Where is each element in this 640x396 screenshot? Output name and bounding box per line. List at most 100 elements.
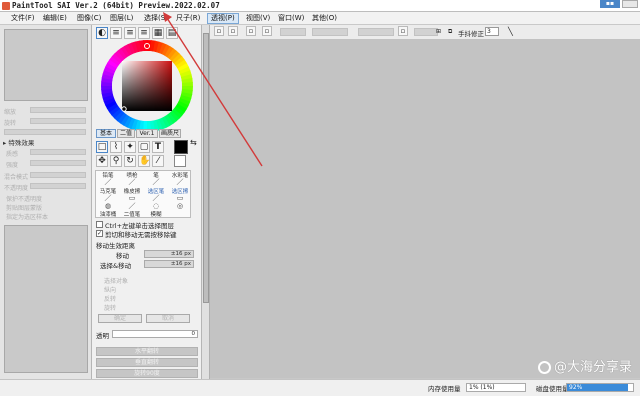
window-control-icon[interactable]: ▪▪ bbox=[600, 0, 620, 8]
flip-horizontal-button[interactable]: 水平翻转 bbox=[96, 347, 198, 356]
selection-source-option[interactable]: 指定为选区样本 bbox=[6, 212, 48, 221]
brush-select-eraser[interactable]: 选区擦 ▭ bbox=[168, 187, 192, 202]
foreground-color-swatch[interactable] bbox=[174, 140, 188, 154]
brush-binary-pen[interactable]: ／二值笔 bbox=[120, 203, 144, 219]
strength-slider[interactable] bbox=[30, 160, 86, 166]
greyed-option-1: 选择对象 bbox=[104, 278, 129, 285]
menu-perspective[interactable]: 透视(P) bbox=[207, 13, 239, 24]
rgb-slider-icon[interactable]: ≡ bbox=[110, 27, 122, 39]
shape-icon[interactable]: ▢ bbox=[138, 141, 150, 153]
opacity-slider[interactable] bbox=[30, 183, 86, 189]
tab-binary[interactable]: 二值 bbox=[117, 129, 135, 138]
disk-usage-value: 92% bbox=[569, 384, 583, 391]
flip-vertical-button[interactable]: 垂直翻转 bbox=[96, 358, 198, 367]
hsv-slider-icon[interactable]: ≡ bbox=[124, 27, 136, 39]
menu-layer[interactable]: 图层(L) bbox=[107, 13, 136, 24]
brush-airbrush[interactable]: 喷枪／ bbox=[120, 171, 144, 186]
rotate-90-button[interactable]: 旋转90度 bbox=[96, 369, 198, 378]
toolbar-zoom-field[interactable] bbox=[280, 28, 306, 36]
protect-opacity-option[interactable]: 保护不透明度 bbox=[6, 194, 42, 203]
toolbar-select-icon[interactable]: ▫ bbox=[214, 26, 224, 36]
zoom-label: 缩放 bbox=[4, 109, 17, 116]
select-move-label: 选择&移动 bbox=[100, 262, 132, 270]
menu-image[interactable]: 图像(C) bbox=[74, 13, 104, 24]
cut-move-label: 剪切和移动无需按移除键 bbox=[105, 231, 177, 239]
rotate-icon[interactable]: ↻ bbox=[124, 155, 136, 167]
menu-select[interactable]: 选择(S) bbox=[141, 13, 171, 24]
eyedropper-icon[interactable]: ⁄ bbox=[152, 155, 164, 167]
brush-select-pen[interactable]: 选区笔／ bbox=[144, 187, 168, 202]
menu-bar: 文件(F) 编辑(E) 图像(C) 图层(L) 选择(S) 尺子(R) 透视(P… bbox=[0, 12, 640, 25]
hand-icon[interactable]: ✋ bbox=[138, 155, 150, 167]
pen-pressure-icon[interactable]: ╲ bbox=[508, 27, 513, 36]
menu-ruler[interactable]: 尺子(R) bbox=[173, 13, 203, 24]
layer-list[interactable] bbox=[4, 225, 88, 373]
toolbar-deselect-icon[interactable]: ▫ bbox=[228, 26, 238, 36]
color-mix-icon[interactable]: ≡ bbox=[138, 27, 150, 39]
brush-bucket[interactable]: ◍ 油漆桶 bbox=[96, 203, 120, 219]
blend-mode-select[interactable] bbox=[30, 172, 86, 178]
brush-watercolor[interactable]: 水彩笔／ bbox=[168, 171, 192, 186]
stabilizer-select[interactable]: 3 bbox=[485, 27, 499, 36]
swatches-icon[interactable]: ▦ bbox=[152, 27, 164, 39]
nav-buttons-row[interactable] bbox=[4, 129, 86, 135]
brush-pen[interactable]: 笔／ bbox=[144, 171, 168, 186]
rotate-slider[interactable] bbox=[30, 118, 86, 124]
toolbar-reset-icon[interactable]: ▫ bbox=[398, 26, 408, 36]
ctrl-select-layer-checkbox[interactable] bbox=[96, 221, 103, 228]
brush-eraser[interactable]: 橡皮擦 ▭ bbox=[120, 187, 144, 202]
toolbar-angle-select[interactable] bbox=[358, 28, 394, 36]
disk-usage-label: 磁盘使用量 bbox=[536, 385, 569, 393]
tab-ver1[interactable]: Ver.1 bbox=[136, 129, 158, 138]
canvas-toolbar: ▫ ▫ ▫ ▫ ▫ ⧉ ⊞ 手抖修正 3 ╲ bbox=[210, 25, 640, 40]
move-distance-slider[interactable]: ±16 px bbox=[144, 250, 194, 258]
memory-usage-label: 内存使用量 bbox=[428, 385, 461, 393]
swap-colors-icon[interactable]: ⇆ bbox=[190, 138, 197, 147]
menu-other[interactable]: 其他(O) bbox=[309, 13, 340, 24]
cancel-button[interactable]: 取消 bbox=[146, 314, 190, 323]
menu-window[interactable]: 窗口(W) bbox=[275, 13, 307, 24]
move-label: 移动 bbox=[116, 252, 129, 260]
canvas-area[interactable] bbox=[210, 40, 640, 378]
greyed-option-4: 旋转 bbox=[104, 305, 117, 312]
lasso-icon[interactable]: ⌇ bbox=[110, 141, 122, 153]
brush-pencil[interactable]: 铅笔／ bbox=[96, 171, 120, 186]
rect-select-icon[interactable]: □ bbox=[96, 141, 108, 153]
ok-button[interactable]: 确定 bbox=[98, 314, 142, 323]
cut-move-checkbox[interactable]: ✓ bbox=[96, 230, 103, 237]
magic-wand-icon[interactable]: ✦ bbox=[124, 141, 136, 153]
tool-panel-scrollbar[interactable] bbox=[202, 25, 210, 384]
zoom-slider[interactable] bbox=[30, 107, 86, 113]
scrollbar-thumb[interactable] bbox=[203, 33, 209, 303]
toolbar-flip-field[interactable] bbox=[414, 28, 438, 36]
close-icon[interactable] bbox=[622, 0, 638, 8]
select-move-slider[interactable]: ±16 px bbox=[144, 260, 194, 268]
texture-select[interactable] bbox=[30, 149, 86, 155]
menu-edit[interactable]: 编辑(E) bbox=[40, 13, 70, 24]
text-tool-icon[interactable]: T bbox=[152, 141, 164, 153]
background-color-swatch[interactable] bbox=[174, 155, 186, 167]
brush-empty-slot[interactable]: ◎ bbox=[168, 203, 192, 218]
clipping-mask-option[interactable]: 剪贴图层蒙版 bbox=[6, 203, 42, 212]
toolbar-zoom-select[interactable] bbox=[312, 28, 348, 36]
color-wheel-mode-icon[interactable]: ◐ bbox=[96, 27, 108, 39]
zoom-icon[interactable]: ⚲ bbox=[110, 155, 122, 167]
tab-quality-ruler[interactable]: 画质尺 bbox=[159, 129, 181, 138]
toolbar-invert-icon[interactable]: ▫ bbox=[246, 26, 256, 36]
toolbar-grid-icon[interactable]: ⊞ bbox=[436, 28, 441, 35]
special-effects-header[interactable]: ▸ 特殊效果 bbox=[3, 137, 34, 147]
navigator-preview[interactable] bbox=[4, 29, 88, 101]
window-title: PaintTool SAI Ver.2 (64bit) Preview.2022… bbox=[12, 1, 220, 10]
stabilizer-label: 手抖修正 bbox=[458, 30, 484, 38]
toolbar-hide-icon[interactable]: ▫ bbox=[262, 26, 272, 36]
brush-blur[interactable]: ◌ 模糊 bbox=[144, 203, 168, 219]
move-icon[interactable]: ✥ bbox=[96, 155, 108, 167]
color-wheel[interactable] bbox=[100, 39, 194, 133]
scratchpad-icon[interactable]: ▤ bbox=[166, 27, 178, 39]
brush-marker[interactable]: 马克笔／ bbox=[96, 187, 120, 202]
menu-file[interactable]: 文件(F) bbox=[8, 13, 38, 24]
tab-basic[interactable]: 基本 bbox=[96, 129, 116, 138]
toolbar-sync-icon[interactable]: ⧉ bbox=[448, 28, 452, 36]
menu-view[interactable]: 视图(V) bbox=[243, 13, 273, 24]
transparency-slider[interactable]: 0 bbox=[112, 330, 198, 338]
